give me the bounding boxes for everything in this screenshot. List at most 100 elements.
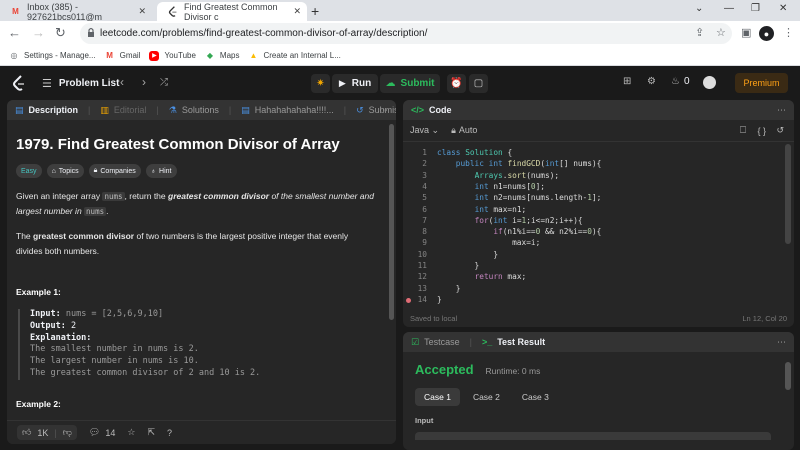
tab-editorial[interactable]: ▥ Editorial: [100, 105, 146, 116]
bookmark-icon[interactable]: ⎕: [740, 125, 746, 136]
line-number: 2: [422, 159, 427, 169]
next-problem-icon[interactable]: ›: [142, 75, 146, 89]
bookmark-drive[interactable]: ▲ Create an Internal L...: [248, 51, 341, 61]
minimize-button[interactable]: —: [724, 3, 734, 14]
language-select[interactable]: Java ⌄: [410, 125, 439, 136]
code-line[interactable]: 6 int max=n1;: [403, 205, 783, 216]
forward-icon[interactable]: →: [32, 25, 45, 40]
run-button[interactable]: ▶ Run: [332, 74, 378, 93]
streak-fire-icon[interactable]: ♨: [671, 76, 680, 87]
breakpoint-dot[interactable]: [406, 297, 411, 303]
explanation-line: The smallest number in nums is 2.: [30, 344, 199, 355]
more-dots-icon[interactable]: ⋯: [777, 337, 786, 348]
tab-submissions[interactable]: ↺Submiss: [356, 105, 396, 116]
more-dots-icon[interactable]: ⋯: [379, 105, 388, 116]
menu-dots-icon[interactable]: ⋮: [783, 26, 794, 39]
bookmark-settings[interactable]: ◎ Settings - Manage...: [9, 51, 96, 61]
alarm-icon: ⏰: [450, 78, 463, 89]
case-3-tab[interactable]: Case 3: [513, 388, 558, 406]
emphasis-text: greatest common divisor: [168, 191, 270, 201]
close-window-button[interactable]: ✕: [779, 3, 787, 14]
leetcode-logo[interactable]: [12, 75, 26, 91]
play-icon: ▶: [338, 78, 346, 88]
problem-list-button[interactable]: ☰ Problem List: [42, 77, 119, 90]
tab-label: Testcase: [424, 337, 460, 347]
code-editor[interactable]: 1 class Solution {2 public int findGCD(in…: [403, 144, 794, 308]
help-icon[interactable]: ?: [167, 428, 172, 438]
code-line[interactable]: 3 Arrays.sort(nums);: [403, 171, 783, 182]
code-line[interactable]: 1 class Solution {: [403, 148, 783, 159]
gear-icon[interactable]: ⚙: [647, 76, 656, 87]
tab-custom[interactable]: ▤ Hahahahahaha!!!!...: [241, 105, 334, 116]
book-icon: ▥: [100, 104, 109, 115]
code-line[interactable]: 13 }: [403, 284, 783, 295]
share-icon[interactable]: ⇪: [695, 26, 704, 39]
code-tab[interactable]: </> Code: [411, 105, 452, 115]
tab-label: Editorial: [113, 105, 147, 115]
new-tab-button[interactable]: +: [311, 3, 319, 19]
code-line[interactable]: 2 public int findGCD(int[] nums){: [403, 159, 783, 170]
side-panel-icon[interactable]: ▣: [741, 26, 751, 39]
code-line[interactable]: 4 int n1=nums[0];: [403, 182, 783, 193]
tab-testcase[interactable]: ☑ Testcase: [411, 337, 460, 348]
thumbs-up-icon[interactable]: 👍︎: [22, 427, 31, 438]
code-line[interactable]: 7 for(int i=1;i<=n2;i++){: [403, 216, 783, 227]
bookmarks-bar: ◎ Settings - Manage... M Gmail ▶ YouTube ◆ M…: [0, 46, 800, 66]
tab-description[interactable]: ▤ Description: [15, 105, 78, 116]
topics-badge[interactable]: ⌂ Topics: [46, 164, 84, 178]
companies-badge[interactable]: 🔒︎ Companies: [88, 164, 141, 178]
prev-problem-icon[interactable]: ‹: [120, 75, 124, 89]
submit-button[interactable]: ☁ Submit: [380, 74, 440, 93]
hint-badge[interactable]: ♁ Hint: [145, 164, 177, 178]
case-2-tab[interactable]: Case 2: [464, 388, 509, 406]
debug-button[interactable]: ✷: [311, 74, 330, 93]
auto-mode[interactable]: 🔒︎ Auto: [451, 125, 477, 136]
close-tab-icon[interactable]: ✕: [138, 6, 146, 17]
format-braces-icon[interactable]: { }: [757, 126, 766, 136]
list-icon: ☰: [42, 78, 52, 90]
code-text: int n2=nums[nums.length-1];: [474, 193, 602, 203]
saved-status: Saved to local: [410, 313, 458, 323]
shuffle-icon[interactable]: ⤮: [160, 77, 168, 88]
bookmark-youtube[interactable]: ▶ YouTube: [149, 50, 196, 61]
code-line[interactable]: 8 if(n1%i==0 && n2%i==0){: [403, 227, 783, 238]
code-line[interactable]: 12 return max;: [403, 272, 783, 283]
back-icon[interactable]: ←: [8, 25, 21, 40]
notes-button[interactable]: ▢: [469, 74, 488, 93]
code-line[interactable]: 11 }: [403, 261, 783, 272]
close-tab-icon[interactable]: ✕: [293, 6, 301, 17]
user-avatar[interactable]: [703, 76, 716, 89]
tab-solutions[interactable]: ⚗ Solutions: [169, 105, 219, 116]
comments-button[interactable]: 💬︎ 14: [89, 427, 115, 438]
maximize-button[interactable]: ❐: [751, 3, 760, 14]
browser-tab-leetcode[interactable]: Find Greatest Common Divisor c ✕: [157, 2, 307, 22]
star-icon[interactable]: ☆: [127, 427, 135, 438]
premium-button[interactable]: Premium: [735, 73, 788, 93]
case-1-tab[interactable]: Case 1: [415, 388, 460, 406]
code-scrollbar[interactable]: [785, 144, 791, 244]
more-dots-icon[interactable]: ⋯: [777, 105, 786, 116]
reload-icon[interactable]: ↻: [55, 25, 66, 41]
code-line[interactable]: 14}: [403, 295, 783, 306]
bookmark-star-icon[interactable]: ☆: [716, 26, 726, 39]
description-scrollbar[interactable]: [389, 124, 394, 320]
test-scrollbar[interactable]: [785, 362, 791, 390]
thumbs-down-icon[interactable]: 👎︎: [63, 427, 72, 438]
code-line[interactable]: 5 int n2=nums[nums.length-1];: [403, 193, 783, 204]
code-line[interactable]: 9 max=i;: [403, 238, 783, 249]
code-line[interactable]: 10 }: [403, 250, 783, 261]
chevron-down-icon: ⌄: [431, 125, 440, 135]
tab-label: Description: [28, 105, 79, 115]
browser-tab-gmail[interactable]: M Inbox (385) - 927621bcs011@m ✕: [0, 2, 152, 22]
bookmark-gmail[interactable]: M Gmail: [105, 51, 140, 61]
explanation-line: The largest number in nums is 10.: [30, 356, 199, 367]
timer-button[interactable]: ⏰: [447, 74, 466, 93]
layout-icon[interactable]: ⊞: [623, 76, 631, 87]
reset-icon[interactable]: ↺: [776, 125, 784, 136]
profile-avatar[interactable]: ●: [759, 26, 774, 41]
bookmark-maps[interactable]: ◆ Maps: [205, 51, 240, 61]
share-icon[interactable]: ⇱: [147, 427, 155, 438]
tab-test-result[interactable]: >_ Test Result: [482, 337, 545, 347]
tab-search-icon[interactable]: ⌄: [695, 3, 703, 14]
address-bar[interactable]: leetcode.com/problems/find-greatest-comm…: [80, 23, 732, 44]
